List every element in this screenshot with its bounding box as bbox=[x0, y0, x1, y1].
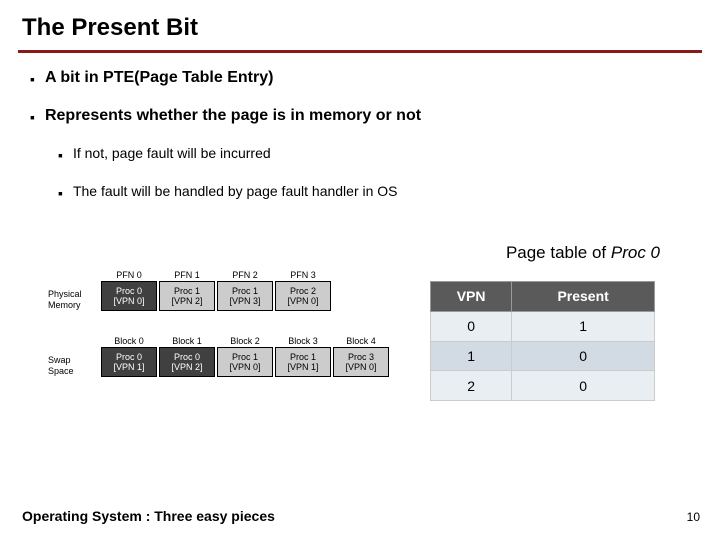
block-col: Block 3 Proc 1[VPN 1] bbox=[274, 335, 332, 389]
swap-cell: Proc 0[VPN 2] bbox=[159, 347, 215, 377]
pfn-col: PFN 0 Proc 0[VPN 0] bbox=[100, 269, 158, 323]
phys-mem-row: Physical Memory PFN 0 Proc 0[VPN 0] PFN … bbox=[48, 269, 390, 323]
block-col: Block 0 Proc 0[VPN 1] bbox=[100, 335, 158, 389]
block-col: Block 2 Proc 1[VPN 0] bbox=[216, 335, 274, 389]
col-head: Block 0 bbox=[114, 335, 144, 347]
cell-present: 0 bbox=[512, 371, 655, 401]
bullet-2: ▪ Represents whether the page is in memo… bbox=[30, 107, 690, 127]
swap-cell: Proc 1[VPN 0] bbox=[217, 347, 273, 377]
mem-cell: Proc 0[VPN 0] bbox=[101, 281, 157, 311]
mem-cell: Proc 2[VPN 0] bbox=[275, 281, 331, 311]
pfn-col: PFN 3 Proc 2[VPN 0] bbox=[274, 269, 332, 323]
col-head: Block 4 bbox=[346, 335, 376, 347]
bullet-1: ▪ A bit in PTE(Page Table Entry) bbox=[30, 69, 690, 89]
slide-title: The Present Bit bbox=[0, 0, 720, 50]
col-head: Block 1 bbox=[172, 335, 202, 347]
label-line: Physical bbox=[48, 289, 82, 299]
swap-row: Swap Space Block 0 Proc 0[VPN 1] Block 1… bbox=[48, 335, 390, 389]
bullet-2b: ▪ The fault will be handled by page faul… bbox=[58, 183, 690, 203]
block-col: Block 4 Proc 3[VPN 0] bbox=[332, 335, 390, 389]
memory-diagram: Physical Memory PFN 0 Proc 0[VPN 0] PFN … bbox=[48, 269, 390, 401]
pfn-col: PFN 2 Proc 1[VPN 3] bbox=[216, 269, 274, 323]
cell-vpn: 0 bbox=[431, 311, 512, 341]
cell-vpn: 1 bbox=[431, 341, 512, 371]
cell-present: 1 bbox=[512, 311, 655, 341]
label-line: Swap bbox=[48, 355, 71, 365]
col-head: PFN 1 bbox=[174, 269, 200, 281]
bullet-icon: ▪ bbox=[58, 183, 63, 203]
block-col: Block 1 Proc 0[VPN 2] bbox=[158, 335, 216, 389]
table-caption: Page table of Proc 0 bbox=[30, 243, 660, 263]
page-number: 10 bbox=[687, 510, 700, 524]
label-line: Memory bbox=[48, 300, 81, 310]
bullet-icon: ▪ bbox=[30, 69, 35, 89]
bullet-icon: ▪ bbox=[58, 145, 63, 165]
cell-vpn: 2 bbox=[431, 371, 512, 401]
col-head: Block 3 bbox=[288, 335, 318, 347]
bullet-2a: ▪ If not, page fault will be incurred bbox=[58, 145, 690, 165]
page-table: VPN Present 0 1 1 0 2 0 bbox=[430, 281, 655, 401]
bullet-text: Represents whether the page is in memory… bbox=[45, 107, 421, 127]
phys-mem-label: Physical Memory bbox=[48, 289, 100, 323]
col-head: Block 2 bbox=[230, 335, 260, 347]
table-row: 1 0 bbox=[431, 341, 655, 371]
th-vpn: VPN bbox=[431, 282, 512, 312]
page-table-header-row: VPN Present bbox=[431, 282, 655, 312]
caption-proc: Proc 0 bbox=[611, 243, 660, 262]
swap-cell: Proc 1[VPN 1] bbox=[275, 347, 331, 377]
mem-cell: Proc 1[VPN 2] bbox=[159, 281, 215, 311]
footer-text: Operating System : Three easy pieces bbox=[22, 508, 275, 524]
bullet-text: A bit in PTE(Page Table Entry) bbox=[45, 69, 273, 89]
caption-prefix: Page table of bbox=[506, 243, 611, 262]
content-area: ▪ A bit in PTE(Page Table Entry) ▪ Repre… bbox=[0, 53, 720, 401]
swap-cell: Proc 3[VPN 0] bbox=[333, 347, 389, 377]
bullet-text: If not, page fault will be incurred bbox=[73, 145, 271, 165]
col-head: PFN 2 bbox=[232, 269, 258, 281]
col-head: PFN 0 bbox=[116, 269, 142, 281]
swap-cell: Proc 0[VPN 1] bbox=[101, 347, 157, 377]
col-head: PFN 3 bbox=[290, 269, 316, 281]
label-line: Space bbox=[48, 366, 74, 376]
bullet-text: The fault will be handled by page fault … bbox=[73, 183, 398, 203]
diagram-area: Physical Memory PFN 0 Proc 0[VPN 0] PFN … bbox=[48, 269, 690, 401]
pfn-col: PFN 1 Proc 1[VPN 2] bbox=[158, 269, 216, 323]
bullet-icon: ▪ bbox=[30, 107, 35, 127]
th-present: Present bbox=[512, 282, 655, 312]
swap-label: Swap Space bbox=[48, 355, 100, 389]
table-row: 0 1 bbox=[431, 311, 655, 341]
cell-present: 0 bbox=[512, 341, 655, 371]
mem-cell: Proc 1[VPN 3] bbox=[217, 281, 273, 311]
table-row: 2 0 bbox=[431, 371, 655, 401]
